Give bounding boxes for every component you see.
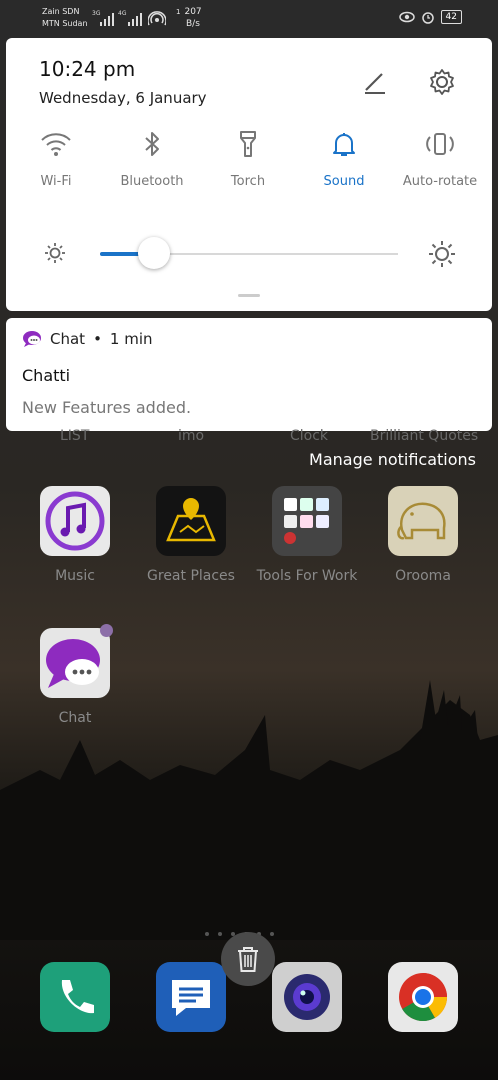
music-icon xyxy=(40,486,110,556)
tile-label-sound: Sound xyxy=(323,174,365,189)
app-label-chat: Chat xyxy=(58,710,92,726)
app-great-places[interactable]: Great Places xyxy=(136,486,246,584)
tile-sound[interactable]: Sound xyxy=(296,130,392,189)
page-dot xyxy=(218,932,222,936)
notification-body: New Features added. xyxy=(22,398,192,417)
hotspot-icon xyxy=(148,11,166,26)
chat-bubble-icon xyxy=(40,628,110,698)
bell-icon xyxy=(333,133,355,156)
notification-app-name: Chat xyxy=(50,330,86,348)
tile-label-wifi: Wi-Fi xyxy=(40,174,72,189)
elephant-icon xyxy=(388,486,458,556)
messages-icon xyxy=(172,980,210,1016)
dock-camera[interactable] xyxy=(272,962,342,1032)
chat-app-icon xyxy=(23,331,41,347)
status-right: 42 xyxy=(398,10,462,24)
trash-icon xyxy=(238,947,258,972)
folder-icon xyxy=(272,486,342,556)
operator-2: MTN Sudan xyxy=(42,19,88,28)
notification-age: 1 min xyxy=(109,330,153,348)
operator-names: Zain SDN MTN Sudan xyxy=(42,6,88,30)
hidden-app-label: Brilliant Quotes xyxy=(370,428,479,444)
tile-label-auto-rotate: Auto-rotate xyxy=(402,174,478,189)
app-orooma[interactable]: Orooma xyxy=(368,486,478,584)
app-label-tools-for-work: Tools For Work xyxy=(256,568,358,584)
brightness-knob[interactable] xyxy=(138,237,170,269)
settings-gear-icon[interactable] xyxy=(426,66,458,98)
hidden-app-label: Clock xyxy=(290,428,329,444)
map-icon xyxy=(156,486,226,556)
chrome-icon xyxy=(399,973,447,1022)
app-label-music: Music xyxy=(55,568,95,584)
auto-rotate-icon xyxy=(426,133,454,155)
page-dot xyxy=(205,932,209,936)
edit-pencil-icon[interactable] xyxy=(360,66,390,96)
alarm-icon xyxy=(421,12,434,24)
tile-torch[interactable]: Torch xyxy=(200,130,296,189)
app-chat[interactable]: Chat xyxy=(20,628,130,726)
clock-date: Wednesday, 6 January xyxy=(39,89,207,107)
chat-badge-dot xyxy=(100,624,113,637)
tile-bluetooth[interactable]: Bluetooth xyxy=(104,130,200,189)
notification-title: Chatti xyxy=(22,366,71,385)
hidden-app-label: imo xyxy=(178,428,205,444)
app-tools-for-work[interactable]: Tools For Work xyxy=(252,486,362,584)
status-bar: Zain SDN MTN Sudan 3G 4G 1 207 B/s 42 xyxy=(0,0,498,36)
dock-messages[interactable] xyxy=(156,962,226,1032)
quick-settings-panel: 10:24 pm Wednesday, 6 January Wi-Fi Blue… xyxy=(6,38,492,311)
signal-1-icon: 3G xyxy=(92,10,114,26)
operator-1: Zain SDN xyxy=(42,7,80,16)
manage-notifications-link[interactable]: Manage notifications xyxy=(309,450,476,469)
clock-time: 10:24 pm xyxy=(39,57,136,81)
bluetooth-icon xyxy=(145,132,159,156)
panel-drag-handle[interactable] xyxy=(238,294,260,297)
network-speed: 1 207 B/s xyxy=(176,7,202,29)
svg-text:4G: 4G xyxy=(118,10,127,17)
page-dot xyxy=(270,932,274,936)
svg-text:3G: 3G xyxy=(92,10,101,17)
tile-label-bluetooth: Bluetooth xyxy=(120,174,184,189)
hidden-app-label: LIST xyxy=(60,428,90,444)
app-label-orooma: Orooma xyxy=(395,568,451,584)
tile-wifi[interactable]: Wi-Fi xyxy=(8,130,104,189)
dock-phone[interactable] xyxy=(40,962,110,1032)
tile-label-torch: Torch xyxy=(230,174,266,189)
app-label-great-places: Great Places xyxy=(147,568,235,584)
notification-separator: • xyxy=(93,330,102,348)
torch-icon xyxy=(240,131,256,157)
brightness-slider[interactable] xyxy=(100,237,398,269)
app-music[interactable]: Music xyxy=(20,486,130,584)
notification-card[interactable]: Chat • 1 min Chatti New Features added. xyxy=(6,318,492,431)
camera-icon xyxy=(284,974,330,1020)
tile-auto-rotate[interactable]: Auto-rotate xyxy=(392,130,488,189)
dock-chrome[interactable] xyxy=(388,962,458,1032)
battery-indicator: 42 xyxy=(440,10,462,24)
clear-all-button[interactable] xyxy=(221,932,275,986)
wifi-icon xyxy=(41,133,71,156)
notification-header: Chat • 1 min xyxy=(22,330,153,348)
brightness-low-icon xyxy=(45,243,65,263)
phone-icon xyxy=(61,980,94,1014)
brightness-high-icon xyxy=(429,241,455,267)
eye-comfort-icon xyxy=(398,11,415,23)
signal-2-icon: 4G xyxy=(118,10,142,26)
